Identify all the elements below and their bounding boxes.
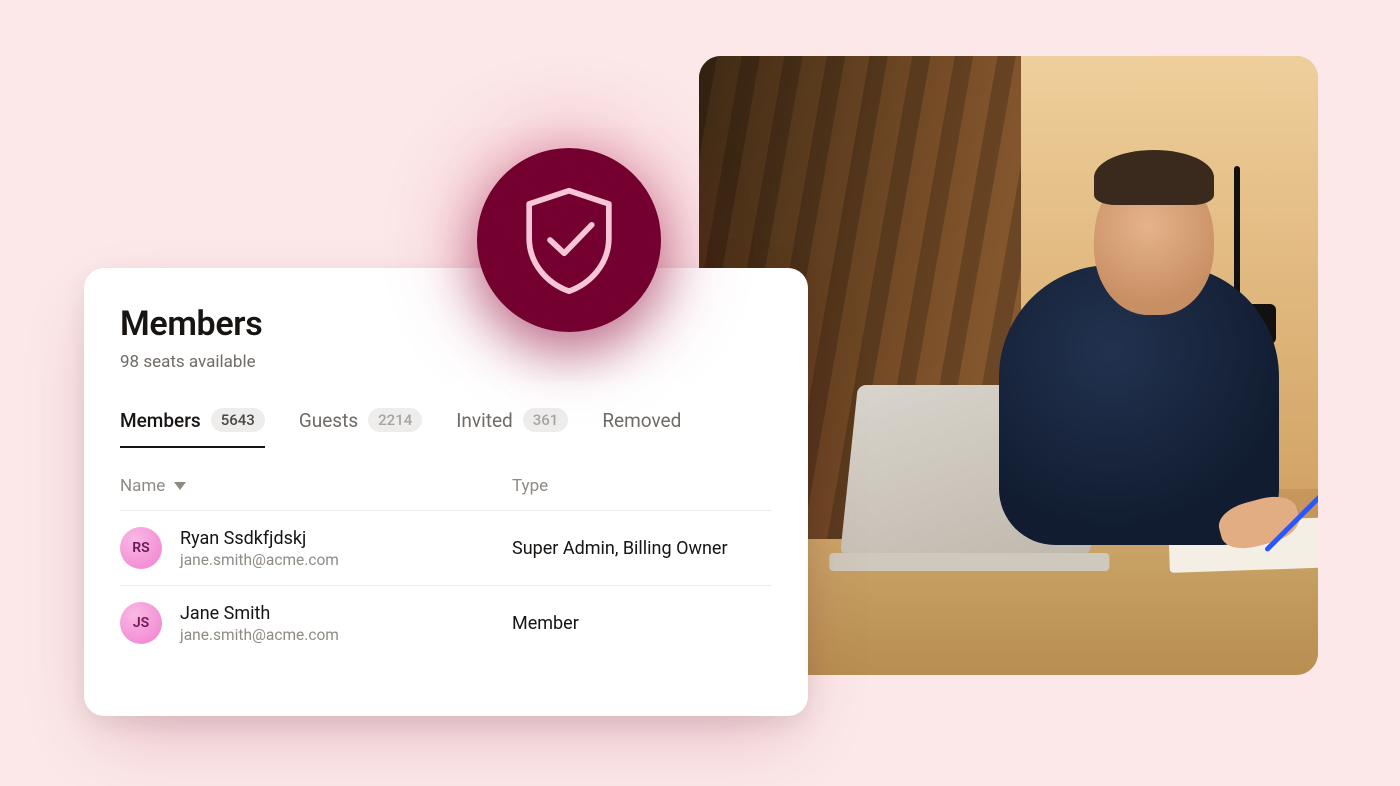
user-email: jane.smith@acme.com	[180, 626, 339, 644]
tab-count: 2214	[368, 408, 422, 432]
user-name: Ryan Ssdkfjdskj	[180, 528, 339, 549]
tab-label: Guests	[299, 409, 358, 432]
section-title: Members	[120, 304, 772, 344]
table-header: Name Type	[120, 476, 772, 510]
user-email: jane.smith@acme.com	[180, 551, 339, 569]
tab-label: Invited	[456, 409, 513, 432]
column-header-name[interactable]: Name	[120, 476, 512, 496]
members-card: Members 98 seats available Members 5643 …	[84, 268, 808, 716]
tab-guests[interactable]: Guests 2214	[299, 408, 422, 448]
user-type: Member	[512, 613, 579, 634]
shield-check-icon	[477, 148, 661, 332]
sort-desc-icon	[173, 476, 187, 496]
avatar: RS	[120, 527, 162, 569]
table-row[interactable]: RS Ryan Ssdkfjdskj jane.smith@acme.com S…	[120, 510, 772, 585]
column-label: Name	[120, 476, 165, 496]
tab-removed[interactable]: Removed	[602, 409, 681, 448]
avatar: JS	[120, 602, 162, 644]
table-row[interactable]: JS Jane Smith jane.smith@acme.com Member	[120, 585, 772, 660]
tabs: Members 5643 Guests 2214 Invited 361 Rem…	[120, 408, 772, 448]
column-header-type[interactable]: Type	[512, 476, 772, 496]
tab-members[interactable]: Members 5643	[120, 408, 265, 448]
seats-available: 98 seats available	[120, 352, 772, 372]
column-label: Type	[512, 476, 548, 496]
user-name: Jane Smith	[180, 603, 339, 624]
tab-label: Removed	[602, 409, 681, 432]
tab-count: 361	[523, 408, 569, 432]
user-type: Super Admin, Billing Owner	[512, 538, 728, 559]
tab-count: 5643	[211, 408, 265, 432]
tab-label: Members	[120, 409, 201, 432]
tab-invited[interactable]: Invited 361	[456, 408, 568, 448]
